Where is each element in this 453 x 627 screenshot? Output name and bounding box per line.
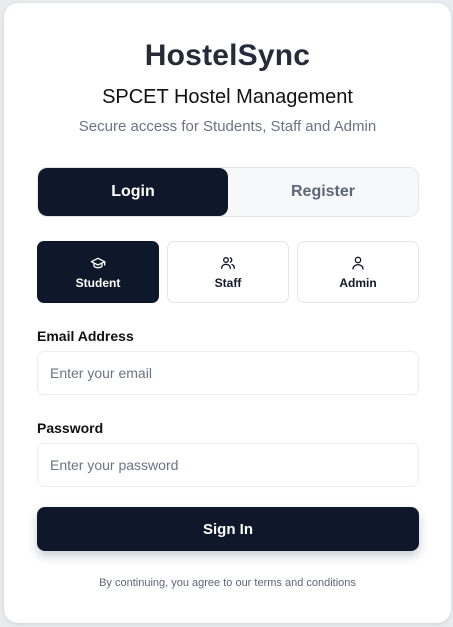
app-subtitle: SPCET Hostel Management	[102, 86, 353, 108]
password-label: Password	[37, 420, 104, 436]
role-admin-label: Admin	[339, 275, 377, 290]
graduation-cap-icon	[90, 257, 106, 268]
sign-in-button[interactable]: Sign In	[37, 507, 419, 551]
login-card: HostelSync SPCET Hostel Management Secur…	[4, 3, 451, 623]
role-student-button[interactable]: Student	[37, 241, 159, 303]
email-input[interactable]	[37, 351, 419, 395]
role-staff-button[interactable]: Staff	[167, 241, 289, 303]
role-admin-button[interactable]: Admin	[297, 241, 419, 303]
users-icon	[221, 256, 235, 269]
role-staff-label: Staff	[214, 275, 242, 290]
role-student-label: Student	[75, 275, 121, 290]
app-title: HostelSync	[144, 39, 311, 72]
app-tagline: Secure access for Students, Staff and Ad…	[78, 118, 377, 135]
user-icon	[352, 256, 364, 270]
terms-text: By continuing, you agree to our terms an…	[99, 577, 356, 589]
email-label: Email Address	[37, 328, 134, 344]
tab-register[interactable]: Register	[228, 168, 418, 216]
role-selector: Student Staff Admin	[37, 241, 419, 303]
auth-tabs: Login Register	[37, 167, 419, 217]
password-input[interactable]	[37, 443, 419, 487]
tab-login[interactable]: Login	[38, 168, 228, 216]
